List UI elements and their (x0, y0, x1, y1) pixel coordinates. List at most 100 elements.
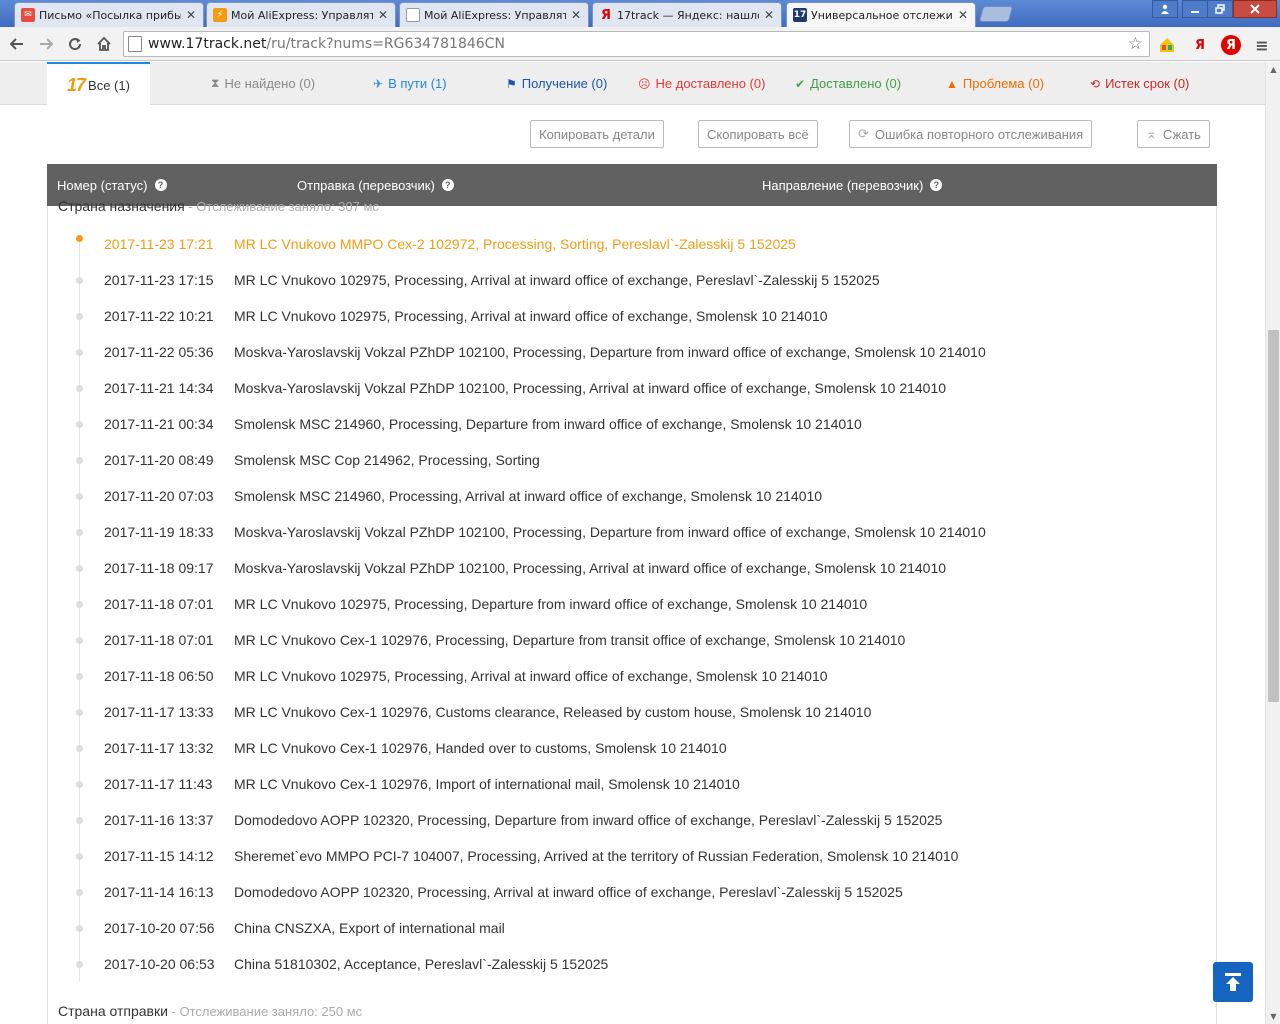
event-datetime: 2017-11-17 11:43 (104, 776, 213, 792)
timeline-dot (76, 565, 83, 572)
timeline-dot (76, 493, 83, 500)
event-description: Moskva-Yaroslavskij Vokzal PZhDP 102100,… (234, 560, 947, 576)
help-icon[interactable]: ? (930, 179, 943, 191)
help-icon[interactable]: ? (441, 179, 454, 191)
filter-label: Все (1) (88, 77, 130, 93)
event-description: Smolensk MSC 214960, Processing, Arrival… (234, 488, 823, 504)
scroll-down-icon[interactable]: ▼ (1266, 1009, 1280, 1024)
event-description: Domodedovo AOPP 102320, Processing, Depa… (234, 812, 943, 828)
column-label: Номер (статус) (57, 177, 148, 193)
yandex-browser-icon[interactable]: Я (1221, 35, 1241, 55)
column-destination[interactable]: Направление (перевозчик) ? (762, 164, 943, 206)
event-description: MR LC Vnukovo Cex-1 102976, Customs clea… (234, 704, 872, 720)
filter-label: В пути (1) (388, 76, 447, 91)
copy-details-button[interactable]: Копировать детали (530, 120, 664, 148)
tracking-event-row: 2017-11-22 10:21 MR LC Vnukovo 102975, Pr… (48, 298, 1216, 334)
minimize-icon[interactable] (1182, 0, 1208, 18)
event-description: MR LC Vnukovo Cex-1 102976, Import of in… (234, 776, 740, 792)
close-window-icon[interactable] (1233, 0, 1277, 18)
browser-tab-17track[interactable]: 17 Универсальное отслеживан ✕ (786, 2, 976, 27)
event-datetime: 2017-11-14 16:13 (104, 884, 214, 900)
filter-label: Проблема (0) (962, 76, 1045, 91)
timeline-dot (76, 853, 83, 860)
filter-tab-delivered[interactable]: ✔ Доставлено (0) (795, 62, 901, 105)
tracking-event-row: 2017-11-18 09:17 Moskva-Yaroslavskij Vokz… (48, 550, 1216, 586)
back-icon[interactable] (6, 33, 28, 55)
user-profile-icon[interactable] (1152, 0, 1178, 18)
close-tab-icon[interactable]: ✕ (377, 8, 389, 22)
button-label: Копировать детали (539, 126, 655, 142)
page-info-icon[interactable] (128, 36, 142, 52)
event-description: MR LC Vnukovo 102975, Processing, Arriva… (234, 308, 828, 324)
event-datetime: 2017-11-21 00:34 (104, 416, 214, 432)
scroll-up-icon[interactable]: ▲ (1266, 62, 1280, 77)
tracking-event-row: 2017-11-17 13:32 MR LC Vnukovo Cex-1 1029… (48, 730, 1216, 766)
reload-icon[interactable] (64, 33, 86, 55)
timeline-dot (76, 313, 83, 320)
help-icon[interactable]: ? (154, 179, 167, 191)
filter-tab-problem[interactable]: ▲ Проблема (0) (946, 62, 1044, 105)
collapse-button[interactable]: ⌅ Сжать (1137, 120, 1210, 148)
filter-tab-not-found[interactable]: ⧗ Не найдено (0) (211, 62, 315, 105)
airplane-icon: ✈ (373, 76, 384, 91)
close-tab-icon[interactable]: ✕ (570, 8, 582, 22)
event-datetime: 2017-11-17 13:33 (104, 704, 214, 720)
button-label: Сжать (1162, 126, 1201, 142)
browser-tab-yandex[interactable]: Я 17track — Яндекс: нашлось ✕ (592, 2, 782, 27)
close-tab-icon[interactable]: ✕ (185, 8, 197, 22)
browser-tab-aliexpress-1[interactable]: ⚡ Мой AliExpress: Управлять ✕ (206, 2, 396, 27)
event-datetime: 2017-11-22 05:36 (104, 344, 214, 360)
event-datetime: 2017-11-23 17:21 (104, 236, 214, 252)
close-tab-icon[interactable]: ✕ (763, 8, 775, 22)
event-description: MR LC Vnukovo 102975, Processing, Depart… (234, 596, 868, 612)
event-description: China 51810302, Acceptance, Pereslavl`-Z… (234, 956, 609, 972)
filter-tab-in-transit[interactable]: ✈ В пути (1) (373, 62, 447, 105)
filter-tab-all[interactable]: 17 Все (1) (47, 62, 150, 106)
copy-all-button[interactable]: Скопировать всё (698, 120, 818, 148)
status-filter-bar: 17 Все (1) ⧗ Не найдено (0) ✈ В пути (1)… (0, 62, 1265, 106)
check-icon: ✔ (795, 76, 806, 91)
event-datetime: 2017-11-19 18:33 (104, 524, 214, 540)
retrack-error-button[interactable]: ⟳ Ошибка повторного отслеживания (849, 120, 1093, 148)
sad-face-icon: ☹ (638, 76, 651, 91)
timeline-dot (76, 421, 83, 428)
scrollbar-thumb[interactable] (1268, 330, 1279, 702)
browser-tab-aliexpress-2[interactable]: Мой AliExpress: Управлять ✕ (399, 2, 589, 27)
tracking-event-row: 2017-11-18 07:01 MR LC Vnukovo 102975, Pr… (48, 586, 1216, 622)
timeline-dot (76, 457, 83, 464)
destination-section-heading: Страна назначения - Отслеживание заняло:… (58, 198, 379, 214)
tracking-event-row: 2017-11-21 14:34 Moskva-Yaroslavskij Vokz… (48, 370, 1216, 406)
browser-toolbar: www.17track.net/ru/track?nums=RG63478184… (0, 27, 1280, 61)
tab-title: Универсальное отслеживан (811, 8, 953, 22)
event-description: Moskva-Yaroslavskij Vokzal PZhDP 102100,… (234, 524, 986, 540)
bookmark-star-icon[interactable]: ☆ (1128, 34, 1143, 54)
page-scrollbar[interactable]: ▲ ▼ (1265, 62, 1280, 1024)
filter-label: Истек срок (0) (1105, 76, 1190, 91)
forward-icon[interactable] (35, 33, 57, 55)
filter-tab-undelivered[interactable]: ☹ Не доставлено (0) (638, 62, 765, 105)
event-description: Smolensk MSC 214960, Processing, Departu… (234, 416, 862, 432)
tracking-event-row: 2017-11-19 18:33 Moskva-Yaroslavskij Vokz… (48, 514, 1216, 550)
address-bar[interactable]: www.17track.net/ru/track?nums=RG63478184… (123, 31, 1150, 57)
event-datetime: 2017-10-20 07:56 (104, 920, 215, 936)
close-tab-icon[interactable]: ✕ (957, 8, 969, 22)
browser-tab-mail[interactable]: ✉ Письмо «Посылка прибыла ✕ (14, 2, 204, 27)
event-datetime: 2017-11-16 13:37 (104, 812, 214, 828)
tracking-event-row: 2017-11-21 00:34 Smolensk MSC 214960, Pro… (48, 406, 1216, 442)
filter-label: Получение (0) (521, 76, 608, 91)
restore-icon[interactable] (1207, 0, 1233, 18)
section-title: Страна отправки (58, 1003, 168, 1019)
tab-title: Мой AliExpress: Управлять (424, 8, 566, 22)
new-tab-button[interactable] (978, 6, 1014, 22)
menu-icon[interactable]: ≡ (1252, 35, 1272, 55)
filter-tab-pickup[interactable]: ⚑ Получение (0) (506, 62, 607, 105)
tab-title: Мой AliExpress: Управлять (231, 8, 373, 22)
extension-home-icon[interactable] (1157, 35, 1177, 55)
refresh-icon: ⟳ (858, 126, 869, 141)
filter-tab-expired[interactable]: ⟲ Истек срок (0) (1090, 62, 1189, 105)
scroll-to-top-button[interactable] (1213, 962, 1253, 1002)
home-icon[interactable] (93, 33, 115, 55)
yandex-icon: Я (600, 7, 611, 23)
yandex-extension-icon[interactable]: Я (1190, 35, 1210, 55)
page-icon (406, 8, 420, 22)
